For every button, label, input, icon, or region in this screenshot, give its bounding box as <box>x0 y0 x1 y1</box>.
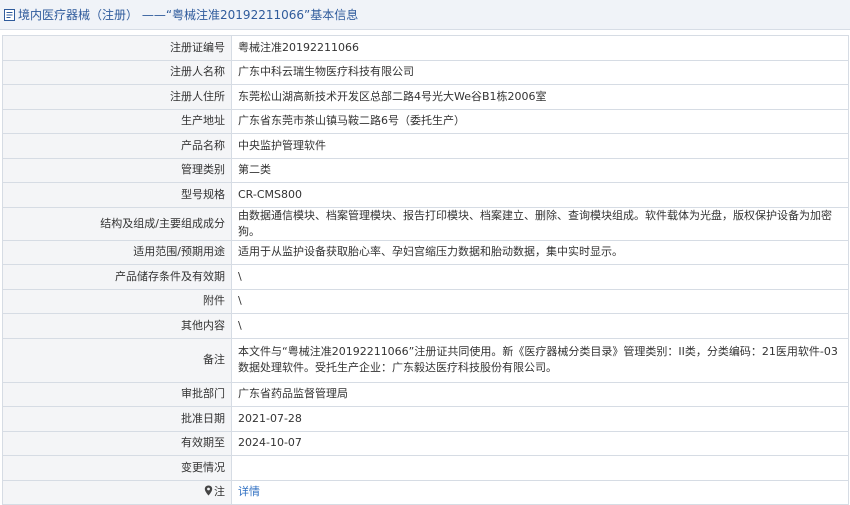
field-value: 广东省东莞市茶山镇马鞍二路6号（委托生产） <box>231 108 849 134</box>
table-row: 其他内容 \ <box>2 313 849 339</box>
page-title-bar: 境内医疗器械（注册） ——“粤械注准20192211066”基本信息 <box>0 0 850 30</box>
table-row: 审批部门 广东省药品监督管理局 <box>2 381 849 407</box>
page-title: 境内医疗器械（注册） ——“粤械注准20192211066”基本信息 <box>18 8 359 22</box>
field-value: 适用于从监护设备获取胎心率、孕妇宫缩压力数据和胎动数据，集中实时显示。 <box>231 239 849 265</box>
field-value: \ <box>231 288 849 314</box>
table-row: 注册证编号 粤械注准20192211066 <box>2 35 849 61</box>
field-value: 详情 <box>231 479 849 505</box>
detail-link[interactable]: 详情 <box>238 485 260 498</box>
table-row: 型号规格 CR-CMS800 <box>2 182 849 208</box>
table-row: 有效期至 2024-10-07 <box>2 430 849 456</box>
field-label: 产品储存条件及有效期 <box>2 264 232 290</box>
field-value <box>231 455 849 481</box>
field-label: 型号规格 <box>2 182 232 208</box>
field-label: 产品名称 <box>2 133 232 159</box>
field-value: 广东省药品监督管理局 <box>231 381 849 407</box>
field-value: 东莞松山湖高新技术开发区总部二路4号光大We谷B1栋2006室 <box>231 84 849 110</box>
location-pin-icon <box>204 485 213 496</box>
table-row: 批准日期 2021-07-28 <box>2 406 849 432</box>
table-row: 注 详情 <box>2 479 849 505</box>
field-label: 管理类别 <box>2 157 232 183</box>
field-value: 2024-10-07 <box>231 430 849 456</box>
table-row: 注册人名称 广东中科云瑞生物医疗科技有限公司 <box>2 59 849 85</box>
field-value: \ <box>231 313 849 339</box>
field-value: 第二类 <box>231 157 849 183</box>
field-label: 变更情况 <box>2 455 232 481</box>
field-label: 注 <box>2 479 232 505</box>
field-label: 注册证编号 <box>2 35 232 61</box>
field-label: 注册人住所 <box>2 84 232 110</box>
field-value: CR-CMS800 <box>231 182 849 208</box>
field-value: 2021-07-28 <box>231 406 849 432</box>
table-row: 产品储存条件及有效期 \ <box>2 264 849 290</box>
table-row: 结构及组成/主要组成成分 由数据通信模块、档案管理模块、报告打印模块、档案建立、删… <box>2 206 849 241</box>
field-label: 注册人名称 <box>2 59 232 85</box>
field-value: 中央监护管理软件 <box>231 133 849 159</box>
field-value: 广东中科云瑞生物医疗科技有限公司 <box>231 59 849 85</box>
field-value: 本文件与“粤械注准20192211066”注册证共同使用。新《医疗器械分类目录》… <box>231 337 849 383</box>
field-label: 其他内容 <box>2 313 232 339</box>
info-table: 注册证编号 粤械注准20192211066 注册人名称 广东中科云瑞生物医疗科技有限公… <box>2 35 849 505</box>
table-row: 产品名称 中央监护管理软件 <box>2 133 849 159</box>
table-row: 适用范围/预期用途 适用于从监护设备获取胎心率、孕妇宫缩压力数据和胎动数据，集中实… <box>2 239 849 265</box>
field-value: 粤械注准20192211066 <box>231 35 849 61</box>
table-row: 管理类别 第二类 <box>2 157 849 183</box>
field-label: 备注 <box>2 337 232 383</box>
field-label: 有效期至 <box>2 430 232 456</box>
table-row: 生产地址 广东省东莞市茶山镇马鞍二路6号（委托生产） <box>2 108 849 134</box>
table-row: 附件 \ <box>2 288 849 314</box>
field-value: 由数据通信模块、档案管理模块、报告打印模块、档案建立、删除、查询模块组成。软件载… <box>231 206 849 241</box>
document-icon <box>4 8 15 21</box>
field-label: 结构及组成/主要组成成分 <box>2 206 232 241</box>
table-row: 备注 本文件与“粤械注准20192211066”注册证共同使用。新《医疗器械分类目… <box>2 337 849 383</box>
field-label: 审批部门 <box>2 381 232 407</box>
field-label: 适用范围/预期用途 <box>2 239 232 265</box>
field-label: 批准日期 <box>2 406 232 432</box>
table-row: 变更情况 <box>2 455 849 481</box>
field-label: 生产地址 <box>2 108 232 134</box>
field-value: \ <box>231 264 849 290</box>
field-label: 附件 <box>2 288 232 314</box>
table-row: 注册人住所 东莞松山湖高新技术开发区总部二路4号光大We谷B1栋2006室 <box>2 84 849 110</box>
